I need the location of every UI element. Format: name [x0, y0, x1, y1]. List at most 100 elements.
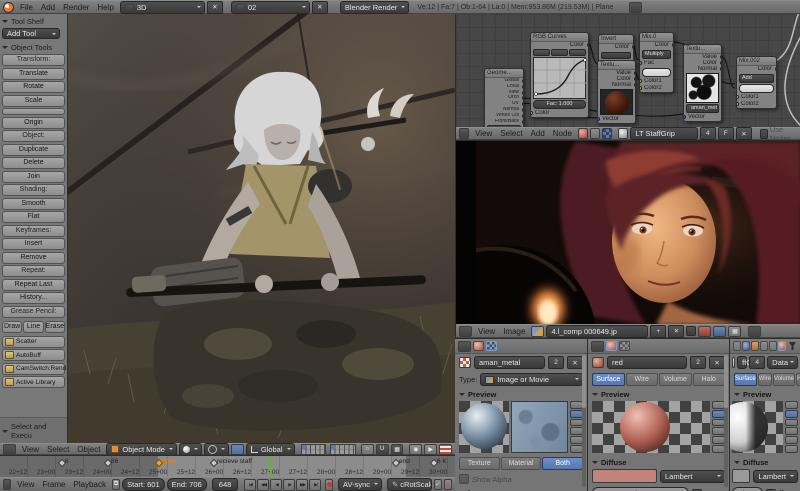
- playback-button[interactable]: ◀◀: [257, 479, 269, 491]
- screen-layout-selector[interactable]: 3D: [120, 1, 205, 14]
- output-socket[interactable]: [775, 67, 777, 71]
- show-alpha-checkbox[interactable]: [459, 474, 469, 484]
- viewport-menu[interactable]: Select: [47, 445, 69, 454]
- pivot-dropdown[interactable]: [204, 443, 229, 456]
- use-nodes-checkbox[interactable]: ✓: [760, 129, 768, 139]
- input-socket[interactable]: [640, 86, 642, 90]
- node-menu[interactable]: View: [475, 129, 492, 138]
- preview-cube-button[interactable]: [785, 419, 798, 427]
- node-output[interactable]: Normal: [598, 82, 635, 88]
- unlink-button[interactable]: ✕: [567, 356, 583, 369]
- material-type-tab[interactable]: Surface: [734, 373, 757, 386]
- editor-type-icon[interactable]: [3, 444, 16, 455]
- start-frame-field[interactable]: Start: 601: [122, 478, 165, 491]
- node-output[interactable]: Color: [599, 44, 633, 51]
- node-menu[interactable]: Select: [500, 129, 522, 138]
- viewport-canvas[interactable]: [68, 14, 455, 443]
- addon-tool-button[interactable]: Active Library: [2, 376, 65, 388]
- node-input[interactable]: Color2: [737, 101, 776, 108]
- info-menu[interactable]: File: [20, 3, 33, 12]
- addon-tool-button[interactable]: Scatter: [2, 336, 65, 348]
- timeline-marker[interactable]: 6 K: [430, 458, 447, 465]
- scrollbar[interactable]: [582, 355, 586, 487]
- mask-mode-icon[interactable]: [713, 326, 726, 337]
- render-anim-icon[interactable]: ▶: [424, 444, 437, 455]
- timeline-marker[interactable]: recieve staff: [210, 458, 252, 465]
- output-socket[interactable]: [720, 55, 722, 59]
- window-split-icon[interactable]: [629, 2, 642, 13]
- tool-button[interactable]: Keyframes:: [2, 225, 65, 237]
- grease-pencil-button[interactable]: Erase: [45, 321, 65, 333]
- tool-button[interactable]: Insert: [2, 238, 65, 250]
- data-tab-icon[interactable]: [769, 341, 777, 351]
- insert-keyframe-icon[interactable]: ✓: [434, 479, 442, 490]
- editor-type-icon[interactable]: [458, 341, 471, 352]
- node-rgb-curves[interactable]: RGB Curves Color Fac: 1.000 Color: [530, 32, 589, 118]
- output-socket[interactable]: [634, 71, 636, 75]
- diffuse-shader-dropdown[interactable]: Lambert: [753, 470, 798, 483]
- texture-datablock[interactable]: aman_met: [686, 104, 719, 113]
- fac-slider[interactable]: [642, 68, 671, 77]
- input-socket[interactable]: [531, 111, 533, 115]
- editor-type-icon[interactable]: [591, 341, 604, 352]
- timeline-marker[interactable]: end: [392, 458, 410, 465]
- use-preview-range-icon[interactable]: ⧉: [112, 479, 120, 490]
- uv-edit-icon[interactable]: ▦: [728, 326, 741, 337]
- output-socket[interactable]: [587, 43, 589, 47]
- texture-nodes-icon[interactable]: [602, 128, 612, 139]
- new-image-button[interactable]: +: [650, 325, 666, 338]
- info-menu[interactable]: Render: [63, 3, 89, 12]
- snap-element-icon[interactable]: ▦: [391, 444, 404, 455]
- image-browse-icon[interactable]: [531, 326, 544, 337]
- compositing-nodes-icon[interactable]: [590, 128, 600, 139]
- unlink-image-button[interactable]: ✕: [668, 325, 684, 338]
- timeline-marker[interactable]: 86: [104, 458, 118, 465]
- node-output[interactable]: Front/Back: [485, 119, 523, 125]
- paint-mode-icon[interactable]: [698, 326, 711, 337]
- render-engine-selector[interactable]: Blender Render: [340, 1, 410, 14]
- output-socket[interactable]: [632, 45, 634, 49]
- tool-shelf-title[interactable]: Tool Shelf: [2, 17, 65, 26]
- shader-nodes-icon[interactable]: [578, 128, 588, 139]
- material-type-tab[interactable]: Volume: [773, 373, 795, 386]
- preview-show-tab[interactable]: Material: [501, 457, 542, 470]
- timeline-menu[interactable]: Playback: [73, 480, 105, 489]
- shading-dropdown[interactable]: [179, 443, 202, 456]
- playback-button[interactable]: ◀: [270, 479, 282, 491]
- diffuse-color-swatch[interactable]: [732, 469, 750, 483]
- material-tab-icon[interactable]: [606, 341, 617, 351]
- tool-button[interactable]: Remove: [2, 252, 65, 264]
- timeline-marker[interactable]: grab: [155, 458, 175, 465]
- node-output[interactable]: Color: [531, 42, 588, 49]
- tool-button[interactable]: Rotate: [2, 81, 65, 93]
- tool-button[interactable]: Origin: [2, 117, 65, 129]
- manipulator-toggle[interactable]: [231, 444, 244, 455]
- object-tools-panel-header[interactable]: Object Tools: [2, 43, 65, 52]
- viewport-menu[interactable]: View: [22, 445, 39, 454]
- scrollbar[interactable]: [724, 355, 728, 487]
- node-output[interactable]: Color: [640, 42, 673, 49]
- tool-button[interactable]: Translate: [2, 68, 65, 80]
- node-menu[interactable]: Node: [553, 129, 572, 138]
- invert-channels-toggle[interactable]: [601, 52, 631, 59]
- scene-unlink-button[interactable]: ✕: [312, 1, 328, 14]
- preview-flat-button[interactable]: [785, 401, 798, 409]
- texture-type-dropdown[interactable]: Image or Movie: [480, 373, 583, 386]
- viewport-menu[interactable]: Object: [77, 445, 100, 454]
- lock-icon[interactable]: ⌂: [361, 444, 374, 455]
- input-socket[interactable]: [737, 95, 739, 99]
- addon-tool-button[interactable]: AutoBuff: [2, 349, 65, 361]
- preview-monkey-button[interactable]: [785, 427, 798, 435]
- node-input[interactable]: Vector: [684, 114, 721, 121]
- tool-button[interactable]: Scale: [2, 95, 65, 107]
- preview-hair-button[interactable]: [785, 436, 798, 444]
- node-output[interactable]: Normal: [684, 66, 721, 72]
- tool-button[interactable]: Object:: [2, 130, 65, 142]
- output-socket[interactable]: [720, 67, 722, 71]
- node-mix-multiply[interactable]: Mix.0 Color Multiply Fac Color1 Color2: [639, 32, 674, 93]
- tool-button[interactable]: Join: [2, 171, 65, 183]
- fac-slider[interactable]: Fac: 1.000: [533, 100, 586, 109]
- blender-logo-icon[interactable]: [3, 2, 14, 13]
- output-socket[interactable]: [634, 83, 636, 87]
- timeline-menu[interactable]: Frame: [42, 480, 65, 489]
